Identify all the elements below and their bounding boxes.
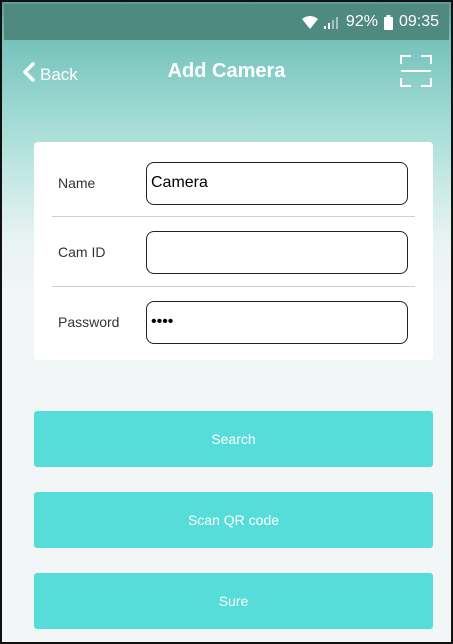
scan-qr-code-button[interactable]: Scan QR code	[34, 492, 433, 548]
name-input[interactable]	[146, 161, 408, 205]
signal-icon	[323, 16, 340, 29]
search-button[interactable]: Search	[34, 411, 433, 467]
name-row: Name	[52, 148, 415, 218]
app-screen: 92% 09:35 Back Add Camera Name Camera Ca…	[0, 0, 453, 644]
camera-form-card: Name Cam ID Password	[34, 142, 433, 360]
clock: 09:35	[398, 13, 439, 30]
wifi-icon	[301, 15, 318, 29]
cam-id-row: Cam ID	[52, 217, 415, 287]
sure-button[interactable]: Sure	[34, 573, 433, 629]
scan-frame-icon[interactable]	[399, 54, 433, 88]
battery-icon	[383, 14, 393, 30]
status-bar: 92% 09:35	[4, 4, 449, 40]
password-input[interactable]	[146, 300, 408, 344]
cam-id-label: Cam ID	[58, 244, 106, 260]
battery-percent: 92%	[345, 13, 378, 30]
name-label: Name	[58, 175, 96, 191]
page-title: Add Camera	[167, 60, 286, 82]
cam-id-input[interactable]	[146, 230, 408, 274]
header-bar: Back Add Camera	[4, 40, 449, 110]
password-label: Password	[58, 314, 120, 330]
password-row: Password	[52, 287, 415, 357]
